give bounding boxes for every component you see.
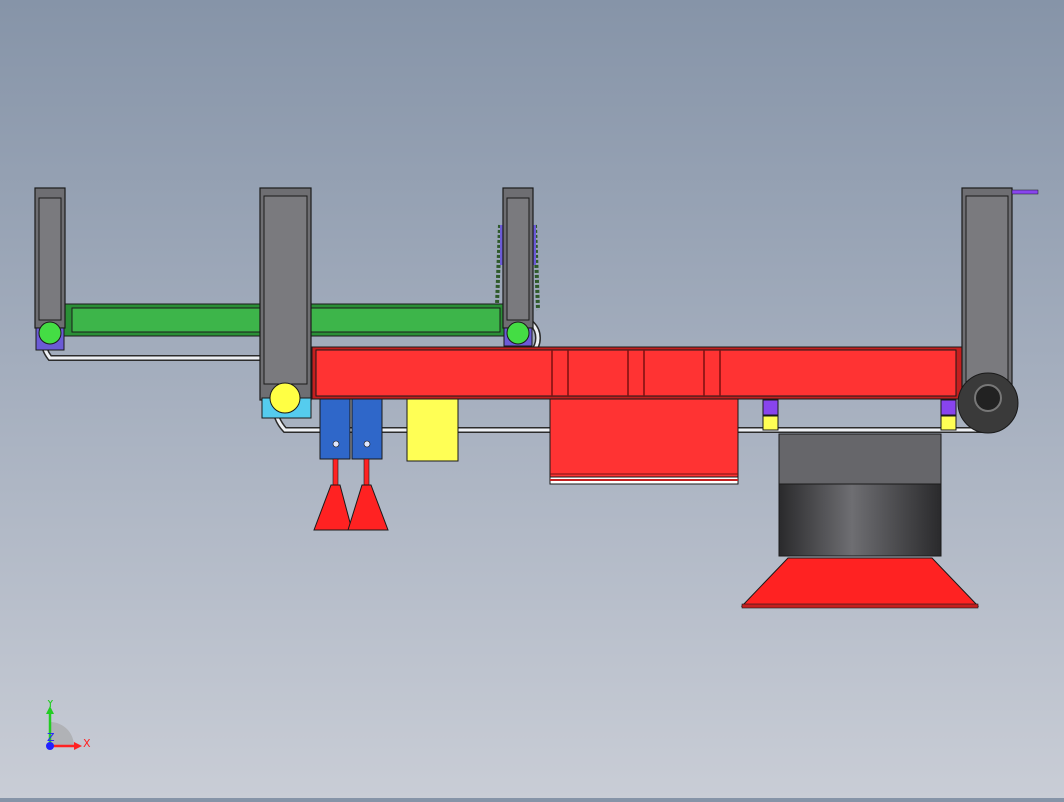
column-left[interactable] bbox=[34, 187, 66, 351]
cad-graphics-viewport[interactable]: Y X Z bbox=[0, 0, 1064, 798]
large-vacuum-cup[interactable] bbox=[740, 433, 980, 609]
column-middle[interactable] bbox=[502, 187, 534, 347]
suction-cup-small-right[interactable] bbox=[347, 458, 389, 531]
red-housing[interactable] bbox=[549, 398, 739, 485]
column-center-left[interactable] bbox=[259, 187, 312, 419]
stop-right bbox=[940, 399, 957, 431]
yellow-block[interactable] bbox=[406, 398, 459, 462]
y-axis-label: Y bbox=[46, 700, 54, 710]
coordinate-triad: Y X Z bbox=[40, 697, 100, 760]
blue-bracket-left[interactable] bbox=[319, 398, 351, 460]
stop-left bbox=[762, 399, 779, 431]
red-main-beam[interactable] bbox=[311, 346, 965, 400]
blue-bracket-right[interactable] bbox=[351, 398, 383, 460]
x-axis-label: X bbox=[83, 737, 91, 750]
suction-cup-small-left[interactable] bbox=[313, 458, 353, 531]
z-axis-label: Z bbox=[47, 731, 55, 744]
column-right[interactable] bbox=[957, 187, 1039, 434]
gripper-assembly-model[interactable] bbox=[0, 0, 1064, 798]
